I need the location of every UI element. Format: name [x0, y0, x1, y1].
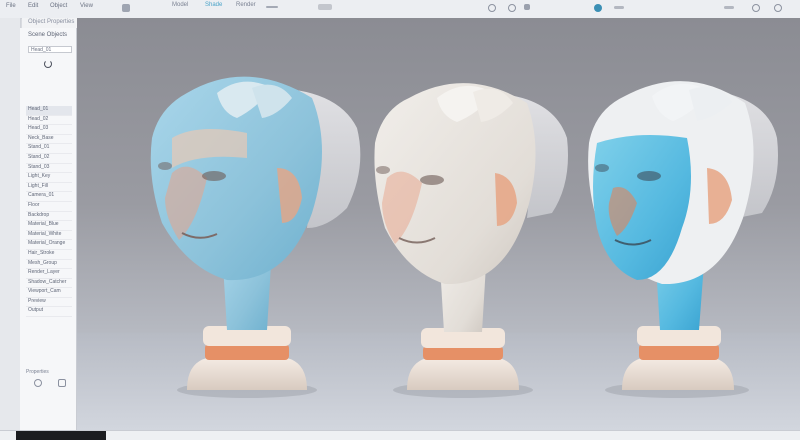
lock-icon[interactable]: [58, 379, 66, 387]
tab-shade[interactable]: Shade: [205, 2, 222, 8]
sidebar-item[interactable]: Output: [26, 307, 72, 318]
menu-icon[interactable]: [724, 6, 734, 9]
menu-icon[interactable]: [266, 6, 278, 8]
sidebar-item[interactable]: Neck_Base: [26, 135, 72, 145]
sidebar-item[interactable]: Stand_03: [26, 164, 72, 174]
scene-sidebar: Scene Objects Head_01 Head_01 Head_02 Head…: [20, 28, 77, 430]
sidebar-item[interactable]: Hair_Stroke: [26, 250, 72, 260]
scene-render: [150, 76, 778, 398]
3d-viewport[interactable]: [77, 18, 800, 430]
grid-icon[interactable]: [122, 4, 130, 12]
sidebar-item[interactable]: Mesh_Group: [26, 260, 72, 270]
search-icon[interactable]: [488, 4, 496, 12]
menu-file[interactable]: File: [6, 3, 16, 9]
user-icon[interactable]: [508, 4, 516, 12]
user-icon[interactable]: [594, 4, 602, 12]
panel-title: Object Properties: [28, 19, 75, 25]
sidebar-item[interactable]: Material_Orange: [26, 240, 72, 250]
sidebar-item[interactable]: Preview: [26, 298, 72, 308]
sidebar-item[interactable]: Backdrop: [26, 212, 72, 222]
timeline-strip: [16, 431, 106, 440]
sidebar-item[interactable]: Material_Blue: [26, 221, 72, 231]
eye-icon[interactable]: [34, 379, 42, 387]
menu-icon[interactable]: [614, 6, 624, 9]
tab-render[interactable]: Render: [236, 2, 256, 8]
sidebar-item[interactable]: Floor: [26, 202, 72, 212]
left-gutter: [0, 18, 21, 430]
app-window: File Edit Object View Model Shade Render…: [0, 0, 800, 440]
settings-icon[interactable]: [752, 4, 760, 12]
head-model-cyan[interactable]: [588, 81, 778, 398]
sidebar-item[interactable]: Stand_02: [26, 154, 72, 164]
top-toolbar: File Edit Object View Model Shade Render: [0, 0, 800, 19]
menu-view[interactable]: View: [80, 3, 93, 9]
sidebar-item[interactable]: Material_White: [26, 231, 72, 241]
sidebar-item[interactable]: Head_03: [26, 125, 72, 135]
head-model-blue[interactable]: [150, 76, 361, 398]
settings-icon[interactable]: [318, 4, 332, 10]
sidebar-item[interactable]: Camera_01: [26, 192, 72, 202]
sidebar-item[interactable]: Viewport_Cam: [26, 288, 72, 298]
status-bar: [0, 430, 800, 440]
close-icon[interactable]: [774, 4, 782, 12]
sidebar-footer: Properties: [26, 369, 49, 375]
sidebar-item[interactable]: Head_01: [26, 106, 72, 116]
sidebar-item[interactable]: Shadow_Catcher: [26, 279, 72, 289]
object-list: Head_01 Head_02 Head_03 Neck_Base Stand_01 St…: [26, 106, 72, 318]
sidebar-item[interactable]: Light_Fill: [26, 183, 72, 193]
menu-object[interactable]: Object: [50, 3, 67, 9]
sidebar-title: Scene Objects: [28, 32, 68, 38]
head-model-white[interactable]: [374, 83, 568, 398]
sidebar-item[interactable]: Head_02: [26, 116, 72, 126]
loading-icon: [44, 60, 52, 68]
tab-model[interactable]: Model: [172, 2, 188, 8]
object-name-field[interactable]: Head_01: [28, 46, 72, 53]
sidebar-item[interactable]: Stand_01: [26, 144, 72, 154]
grid-icon[interactable]: [524, 4, 530, 10]
menu-edit[interactable]: Edit: [28, 3, 38, 9]
sidebar-item[interactable]: Light_Key: [26, 173, 72, 183]
sidebar-item[interactable]: Render_Layer: [26, 269, 72, 279]
